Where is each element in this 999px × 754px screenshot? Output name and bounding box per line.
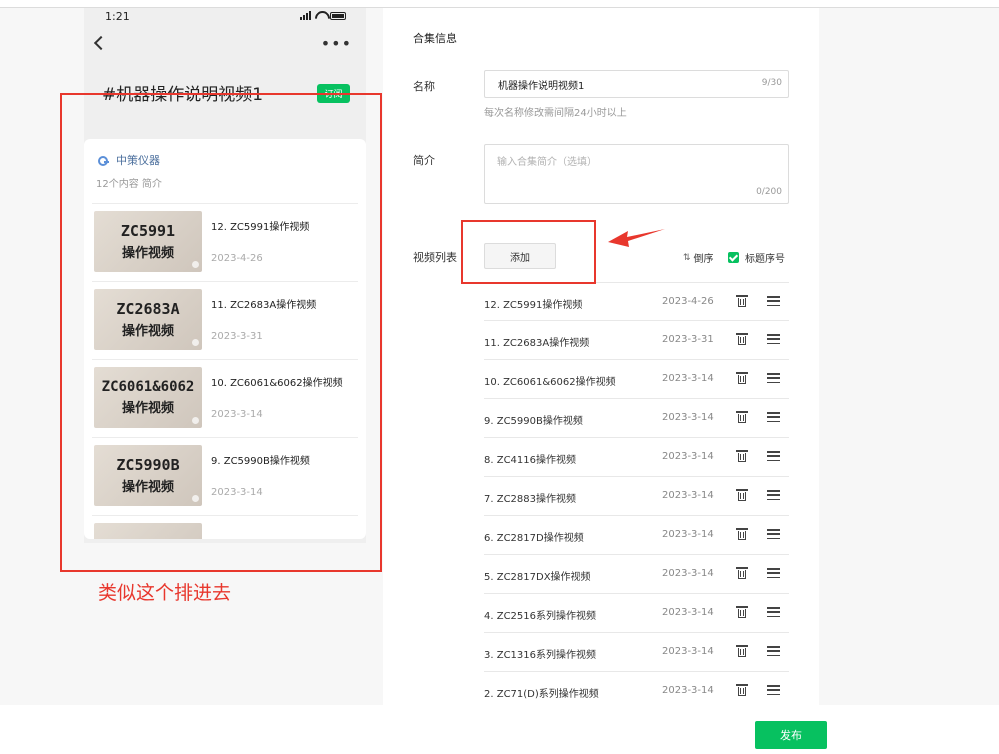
wifi-icon [315,11,326,20]
trash-icon[interactable] [736,489,748,501]
drag-handle-icon[interactable] [767,685,780,695]
name-char-count: 9/30 [761,78,782,88]
trash-icon[interactable] [736,684,748,696]
video-row-date: 2023-3-14 [662,490,714,501]
video-row-title: 7. ZC2883操作视频 [484,494,577,505]
drag-handle-icon[interactable] [767,646,780,656]
video-row-date: 2023-3-31 [662,334,714,345]
checkbox-checked-icon [728,252,739,263]
battery-icon [330,11,346,20]
drag-handle-icon[interactable] [767,373,780,383]
video-row-title: 10. ZC6061&6062操作视频 [484,377,616,388]
video-row-title: 11. ZC2683A操作视频 [484,338,590,349]
section-title: 合集信息 [413,32,457,45]
signal-icon [300,11,311,20]
trash-icon[interactable] [736,528,748,540]
drag-handle-icon[interactable] [767,334,780,344]
video-row-title: 5. ZC2817DX操作视频 [484,572,591,583]
more-icon[interactable]: ••• [321,34,352,53]
table-row: 3. ZC1316系列操作视频 2023-3-14 [484,633,789,672]
video-row-date: 2023-3-14 [662,568,714,579]
footer-bar: 发布 [0,705,999,754]
name-input[interactable]: 机器操作说明视频1 9/30 [484,70,789,98]
table-row: 12. ZC5991操作视频 2023-4-26 [484,282,789,321]
status-bar: 1:21 [84,8,366,28]
description-placeholder: 输入合集简介（选填） [497,157,597,168]
name-label: 名称 [413,80,435,93]
video-row-date: 2023-3-14 [662,451,714,462]
publish-button[interactable]: 发布 [755,721,827,749]
table-row: 9. ZC5990B操作视频 2023-3-14 [484,399,789,438]
table-row: 4. ZC2516系列操作视频 2023-3-14 [484,594,789,633]
drag-handle-icon[interactable] [767,490,780,500]
video-row-date: 2023-3-14 [662,412,714,423]
reverse-order-toggle[interactable]: ⇅ 倒序 [683,250,714,266]
browser-top-edge [0,0,999,8]
description-textarea[interactable]: 输入合集简介（选填） 0/200 [484,144,789,204]
status-icons [300,11,346,20]
drag-handle-icon[interactable] [767,607,780,617]
video-row-title: 6. ZC2817D操作视频 [484,533,584,544]
drag-handle-icon[interactable] [767,412,780,422]
sort-icon: ⇅ [683,252,691,263]
title-number-label: 标题序号 [745,254,785,265]
drag-handle-icon[interactable] [767,296,780,306]
video-row-title: 12. ZC5991操作视频 [484,300,583,311]
annotation-note: 类似这个排进去 [98,582,232,604]
title-number-checkbox[interactable]: 标题序号 [728,250,785,265]
video-row-title: 8. ZC4116操作视频 [484,455,577,466]
table-row: 8. ZC4116操作视频 2023-3-14 [484,438,789,477]
collection-form: 合集信息 名称 机器操作说明视频1 9/30 每次名称修改需间隔24小时以上 简… [383,8,819,711]
back-icon[interactable] [93,35,109,51]
status-time: 1:21 [105,10,130,23]
trash-icon[interactable] [736,645,748,657]
trash-icon[interactable] [736,372,748,384]
video-row-title: 3. ZC1316系列操作视频 [484,650,597,661]
video-list-label: 视频列表 [413,251,457,264]
video-row-title: 4. ZC2516系列操作视频 [484,611,597,622]
trash-icon[interactable] [736,450,748,462]
drag-handle-icon[interactable] [767,529,780,539]
drag-handle-icon[interactable] [767,451,780,461]
video-row-title: 2. ZC71(D)系列操作视频 [484,689,599,700]
table-row: 6. ZC2817D操作视频 2023-3-14 [484,516,789,555]
description-char-count: 0/200 [756,187,782,197]
phone-nav: ••• [84,28,366,66]
video-row-date: 2023-3-14 [662,685,714,696]
video-row-date: 2023-3-14 [662,373,714,384]
name-hint: 每次名称修改需间隔24小时以上 [484,108,627,119]
table-row: 7. ZC2883操作视频 2023-3-14 [484,477,789,516]
video-row-title: 9. ZC5990B操作视频 [484,416,583,427]
video-row-date: 2023-4-26 [662,296,714,307]
video-row-date: 2023-3-14 [662,529,714,540]
annotation-arrow-icon [608,229,665,247]
description-label: 简介 [413,154,435,167]
table-row: 5. ZC2817DX操作视频 2023-3-14 [484,555,789,594]
video-row-date: 2023-3-14 [662,646,714,657]
video-list: 12. ZC5991操作视频 2023-4-26 11. ZC2683A操作视频 2… [484,282,789,711]
table-row: 11. ZC2683A操作视频 2023-3-31 [484,321,789,360]
trash-icon[interactable] [736,567,748,579]
video-row-date: 2023-3-14 [662,607,714,618]
drag-handle-icon[interactable] [767,568,780,578]
name-input-value: 机器操作说明视频1 [498,81,585,92]
reverse-order-label: 倒序 [693,254,714,265]
annotation-box-phone-list [60,93,382,572]
trash-icon[interactable] [736,606,748,618]
annotation-box-add-button [461,220,596,284]
trash-icon[interactable] [736,411,748,423]
table-row: 10. ZC6061&6062操作视频 2023-3-14 [484,360,789,399]
trash-icon[interactable] [736,295,748,307]
trash-icon[interactable] [736,333,748,345]
